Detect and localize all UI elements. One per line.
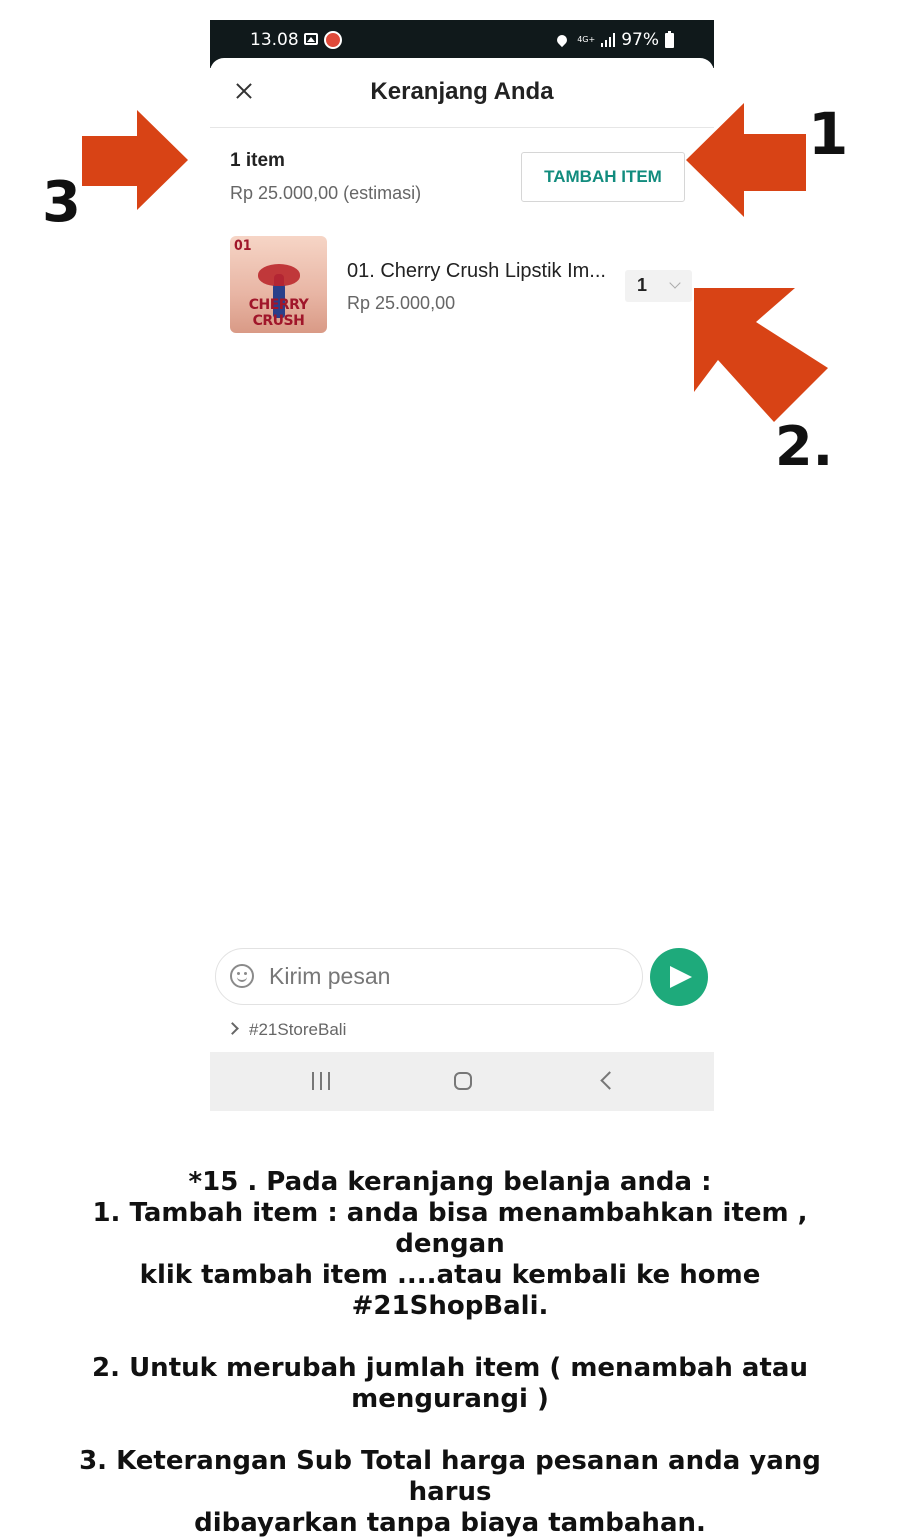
instructions-text: *15 . Pada keranjang belanja anda : 1. T… [40, 1167, 860, 1539]
instruction-2a: 2. Untuk merubah jumlah item ( menambah … [92, 1353, 808, 1383]
back-icon[interactable] [600, 1071, 619, 1090]
instruction-2b: mengurangi ) [351, 1384, 549, 1414]
store-link-label: #21StoreBali [249, 1020, 347, 1039]
arrow-2 [694, 288, 828, 422]
network-type: 4G+ [577, 35, 596, 44]
instruction-1a: 1. Tambah item : anda bisa menambahkan i… [92, 1198, 808, 1259]
app-notification-icon [324, 31, 342, 49]
status-right: 4G+ 97% [555, 30, 674, 50]
signal-icon [601, 33, 616, 47]
product-name: 01. Cherry Crush Lipstik Im... [347, 260, 606, 282]
instruction-intro: *15 . Pada keranjang belanja anda : [188, 1167, 712, 1197]
quantity-value: 1 [637, 275, 648, 295]
chevron-down-icon [669, 277, 681, 289]
thumbnail-number: 01 [234, 238, 252, 254]
instruction-3b: dibayarkan tanpa biaya tambahan. [194, 1508, 706, 1538]
quantity-select[interactable]: 1 [625, 270, 692, 302]
message-input[interactable]: Kirim pesan [215, 948, 643, 1005]
cart-sheet: Keranjang Anda 1 item Rp 25.000,00 (esti… [210, 58, 714, 1111]
phone-screen: 13.08 4G+ 97% Keranjang Anda 1 item Rp 2… [210, 20, 714, 1111]
cart-estimated-total: Rp 25.000,00 (estimasi) [230, 183, 422, 203]
product-thumbnail: 01 CHERRY CRUSH [230, 236, 327, 333]
send-button[interactable] [650, 948, 708, 1006]
arrow-2-shape [694, 288, 828, 422]
arrow-3-shape [82, 110, 188, 210]
home-icon[interactable] [454, 1072, 472, 1090]
page-title: Keranjang Anda [370, 78, 554, 105]
battery-icon [665, 30, 674, 48]
add-item-button[interactable]: TAMBAH ITEM [521, 152, 685, 202]
recent-apps-icon[interactable] [312, 1072, 332, 1090]
cart-header: Keranjang Anda [210, 58, 714, 128]
gallery-icon [304, 33, 318, 45]
annotation-label-1: 1 [808, 100, 849, 168]
battery-percent: 97% [621, 30, 659, 50]
arrow-1-shape [686, 103, 806, 217]
emoji-icon[interactable] [230, 964, 254, 988]
instruction-3a: 3. Keterangan Sub Total harga pesanan an… [79, 1446, 821, 1507]
thumbnail-label: CHERRY CRUSH [248, 297, 309, 329]
instruction-1b: klik tambah item ....atau kembali ke hom… [139, 1260, 761, 1321]
arrow-3 [82, 110, 188, 210]
location-icon [555, 32, 570, 48]
android-navbar [210, 1052, 714, 1111]
product-price: Rp 25.000,00 [347, 293, 456, 313]
message-placeholder: Kirim pesan [269, 963, 391, 989]
arrow-1 [686, 103, 806, 217]
annotation-label-3: 3 [42, 170, 81, 235]
cart-item-count: 1 item [230, 150, 285, 171]
annotation-label-2: 2. [775, 415, 834, 478]
send-icon [670, 966, 692, 988]
chevron-right-icon [226, 1022, 239, 1035]
status-time: 13.08 [250, 30, 299, 50]
store-link[interactable]: #21StoreBali [226, 1020, 347, 1040]
